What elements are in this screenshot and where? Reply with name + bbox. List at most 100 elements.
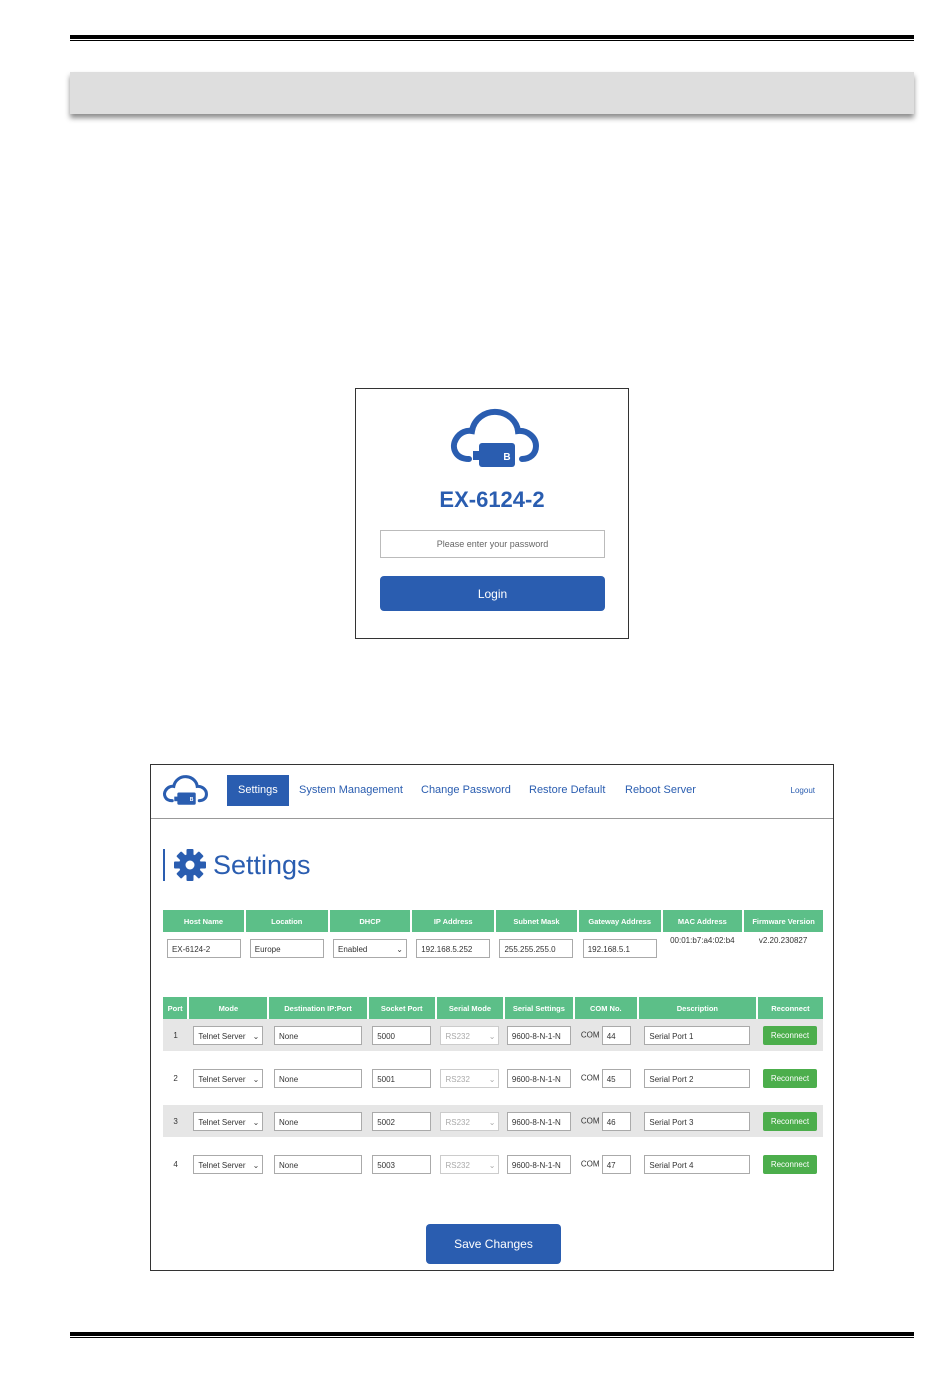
- col-serial-mode: Serial Mode: [435, 997, 506, 1019]
- col-serial-settings: Serial Settings: [504, 997, 575, 1019]
- host-name-input[interactable]: EX-6124-2: [166, 938, 241, 958]
- chevron-down-icon: ⌄: [396, 944, 403, 954]
- socket-port-input[interactable]: 5002: [372, 1111, 432, 1131]
- reconnect-button[interactable]: Reconnect: [762, 1111, 817, 1131]
- mode-select[interactable]: Telnet Server ⌄: [193, 1111, 264, 1131]
- chevron-down-icon: ⌄: [488, 1117, 496, 1127]
- serial-mode-value: RS232: [445, 1031, 470, 1041]
- com-label: COM: [580, 1116, 600, 1126]
- chevron-down-icon: ⌄: [252, 1031, 260, 1041]
- reconnect-button[interactable]: Reconnect: [762, 1154, 817, 1174]
- serial-mode-select: RS232 ⌄: [440, 1154, 500, 1174]
- chevron-down-icon: ⌄: [252, 1160, 260, 1170]
- com-number-input[interactable]: 46: [601, 1111, 631, 1131]
- reconnect-button[interactable]: Reconnect: [762, 1025, 817, 1045]
- col-description: Description: [637, 997, 758, 1019]
- destination-input[interactable]: None: [274, 1154, 363, 1174]
- cloud-usb-logo-icon[interactable]: B: [161, 773, 209, 809]
- location-input[interactable]: Europe: [249, 938, 324, 958]
- serial-mode-select: RS232 ⌄: [440, 1111, 500, 1131]
- mode-value: Telnet Server: [198, 1031, 246, 1041]
- socket-port-input[interactable]: 5000: [372, 1025, 432, 1045]
- col-mode: Mode: [188, 997, 270, 1019]
- table-header-row: Port Mode Destination IP:Port Socket Por…: [163, 997, 823, 1019]
- col-dhcp: DHCP: [328, 910, 413, 932]
- col-com-no: COM No.: [573, 997, 639, 1019]
- save-changes-button[interactable]: Save Changes: [426, 1224, 561, 1264]
- mode-select[interactable]: Telnet Server ⌄: [193, 1068, 264, 1088]
- table-row: 2 Telnet Server ⌄ None 5001 RS232 ⌄ 9600-8-N-1-…: [163, 1062, 823, 1094]
- subnet-mask-input[interactable]: 255.255.255.0: [499, 938, 574, 958]
- password-input[interactable]: [380, 530, 605, 558]
- section-header-bar: [70, 72, 914, 114]
- table-header-row: Host Name Location DHCP IP Address Subne…: [163, 910, 823, 932]
- reconnect-button[interactable]: Reconnect: [762, 1068, 817, 1088]
- description-input[interactable]: Serial Port 3: [644, 1111, 751, 1131]
- table-row: 3 Telnet Server ⌄ None 5002 RS232 ⌄ 9600-8-N-1-…: [163, 1105, 823, 1137]
- nav-settings[interactable]: Settings: [227, 775, 289, 806]
- description-input[interactable]: Serial Port 1: [644, 1025, 751, 1045]
- nav-system-management[interactable]: System Management: [288, 775, 414, 806]
- serial-mode-select: RS232 ⌄: [440, 1068, 500, 1088]
- chevron-down-icon: ⌄: [488, 1074, 496, 1084]
- com-label: COM: [580, 1159, 600, 1169]
- port-number: 1: [163, 1019, 189, 1051]
- firmware-version-value: v2.20.230827: [758, 936, 808, 945]
- nav-reboot-server[interactable]: Reboot Server: [614, 775, 707, 806]
- cloud-usb-logo-icon: B: [450, 408, 540, 467]
- nav-restore-default[interactable]: Restore Default: [518, 775, 616, 806]
- description-input[interactable]: Serial Port 4: [644, 1154, 751, 1174]
- col-mac-address: MAC Address: [661, 910, 745, 932]
- top-rule: [70, 35, 914, 41]
- serial-settings-input[interactable]: 9600-8-N-1-N: [506, 1154, 571, 1174]
- com-number-input[interactable]: 44: [601, 1025, 631, 1045]
- mac-address-value: 00:01:b7:a4:02:b4: [670, 936, 735, 945]
- serial-mode-value: RS232: [445, 1117, 470, 1127]
- serial-settings-input[interactable]: 9600-8-N-1-N: [506, 1068, 571, 1088]
- com-label: COM: [580, 1073, 600, 1083]
- nav-change-password[interactable]: Change Password: [410, 775, 522, 806]
- chevron-down-icon: ⌄: [488, 1160, 496, 1170]
- login-panel: B EX-6124-2 Login: [355, 388, 629, 639]
- dhcp-select[interactable]: Enabled ⌄: [332, 938, 407, 958]
- col-host-name: Host Name: [163, 910, 246, 932]
- col-ip-address: IP Address: [411, 910, 497, 932]
- serial-settings-input[interactable]: 9600-8-N-1-N: [506, 1025, 571, 1045]
- chevron-down-icon: ⌄: [252, 1074, 260, 1084]
- col-reconnect: Reconnect: [756, 997, 823, 1019]
- row-spacer: [163, 1051, 823, 1062]
- login-button[interactable]: Login: [380, 576, 605, 611]
- dhcp-value: Enabled: [337, 944, 368, 954]
- col-socket-port: Socket Port: [367, 997, 437, 1019]
- navbar: B Settings System Management Change Pass…: [151, 765, 833, 819]
- chevron-down-icon: ⌄: [252, 1117, 260, 1127]
- table-row: 1 Telnet Server ⌄ None 5000 RS232 ⌄ 9600-8-N-1-…: [163, 1019, 823, 1051]
- port-number: 2: [173, 1073, 178, 1083]
- destination-input[interactable]: None: [274, 1111, 363, 1131]
- destination-input[interactable]: None: [274, 1025, 363, 1045]
- socket-port-input[interactable]: 5001: [372, 1068, 432, 1088]
- mode-value: Telnet Server: [198, 1160, 246, 1170]
- com-number-input[interactable]: 47: [601, 1154, 631, 1174]
- socket-port-input[interactable]: 5003: [372, 1154, 432, 1174]
- destination-input[interactable]: None: [274, 1068, 363, 1088]
- port-number: 3: [163, 1105, 189, 1137]
- col-gateway-address: Gateway Address: [577, 910, 663, 932]
- table-row: EX-6124-2 Europe Enabled ⌄ 192.168.5.252 …: [163, 932, 823, 964]
- port-number: 4: [173, 1159, 178, 1169]
- gateway-input[interactable]: 192.168.5.1: [582, 938, 657, 958]
- page-title: Settings: [163, 849, 311, 881]
- serial-port-table: Port Mode Destination IP:Port Socket Por…: [163, 997, 823, 1180]
- mode-select[interactable]: Telnet Server ⌄: [193, 1025, 264, 1045]
- serial-settings-input[interactable]: 9600-8-N-1-N: [506, 1111, 571, 1131]
- logout-link[interactable]: Logout: [791, 775, 815, 806]
- com-label: COM: [580, 1030, 600, 1040]
- ip-address-input[interactable]: 192.168.5.252: [416, 938, 491, 958]
- mode-select[interactable]: Telnet Server ⌄: [193, 1154, 264, 1174]
- col-subnet-mask: Subnet Mask: [495, 910, 579, 932]
- col-firmware-version: Firmware Version: [743, 910, 823, 932]
- settings-panel: B Settings System Management Change Pass…: [150, 764, 834, 1271]
- com-number-input[interactable]: 45: [601, 1068, 631, 1088]
- description-input[interactable]: Serial Port 2: [644, 1068, 751, 1088]
- gear-icon: [174, 849, 206, 881]
